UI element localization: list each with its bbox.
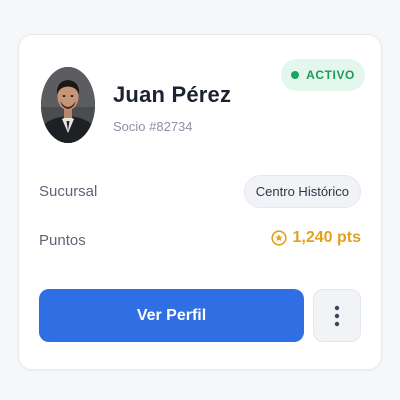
member-card: Juan Pérez Socio #82734 ACTIVO Sucursal … <box>18 34 382 370</box>
status-dot-icon <box>291 71 300 79</box>
member-id: Socio #82734 <box>113 119 193 134</box>
branch-value: Centro Histórico <box>255 184 349 199</box>
star-coin-icon <box>270 230 287 246</box>
branch-label: Sucursal <box>39 183 98 200</box>
status-label: ACTIVO <box>306 68 355 82</box>
profile-photo-icon <box>41 67 95 143</box>
member-name: Juan Pérez <box>113 82 232 107</box>
points-value: 1,240 pts <box>292 229 361 246</box>
avatar[interactable] <box>41 67 95 143</box>
branch-badge: Centro Histórico <box>243 175 361 208</box>
points-label: Puntos <box>39 232 86 249</box>
status-badge: ACTIVO <box>281 59 365 91</box>
more-vertical-icon <box>334 305 340 326</box>
more-options-button[interactable] <box>313 289 361 342</box>
view-profile-button[interactable]: Ver Perfil <box>39 289 304 342</box>
points-display: 1,240 pts <box>270 229 361 247</box>
